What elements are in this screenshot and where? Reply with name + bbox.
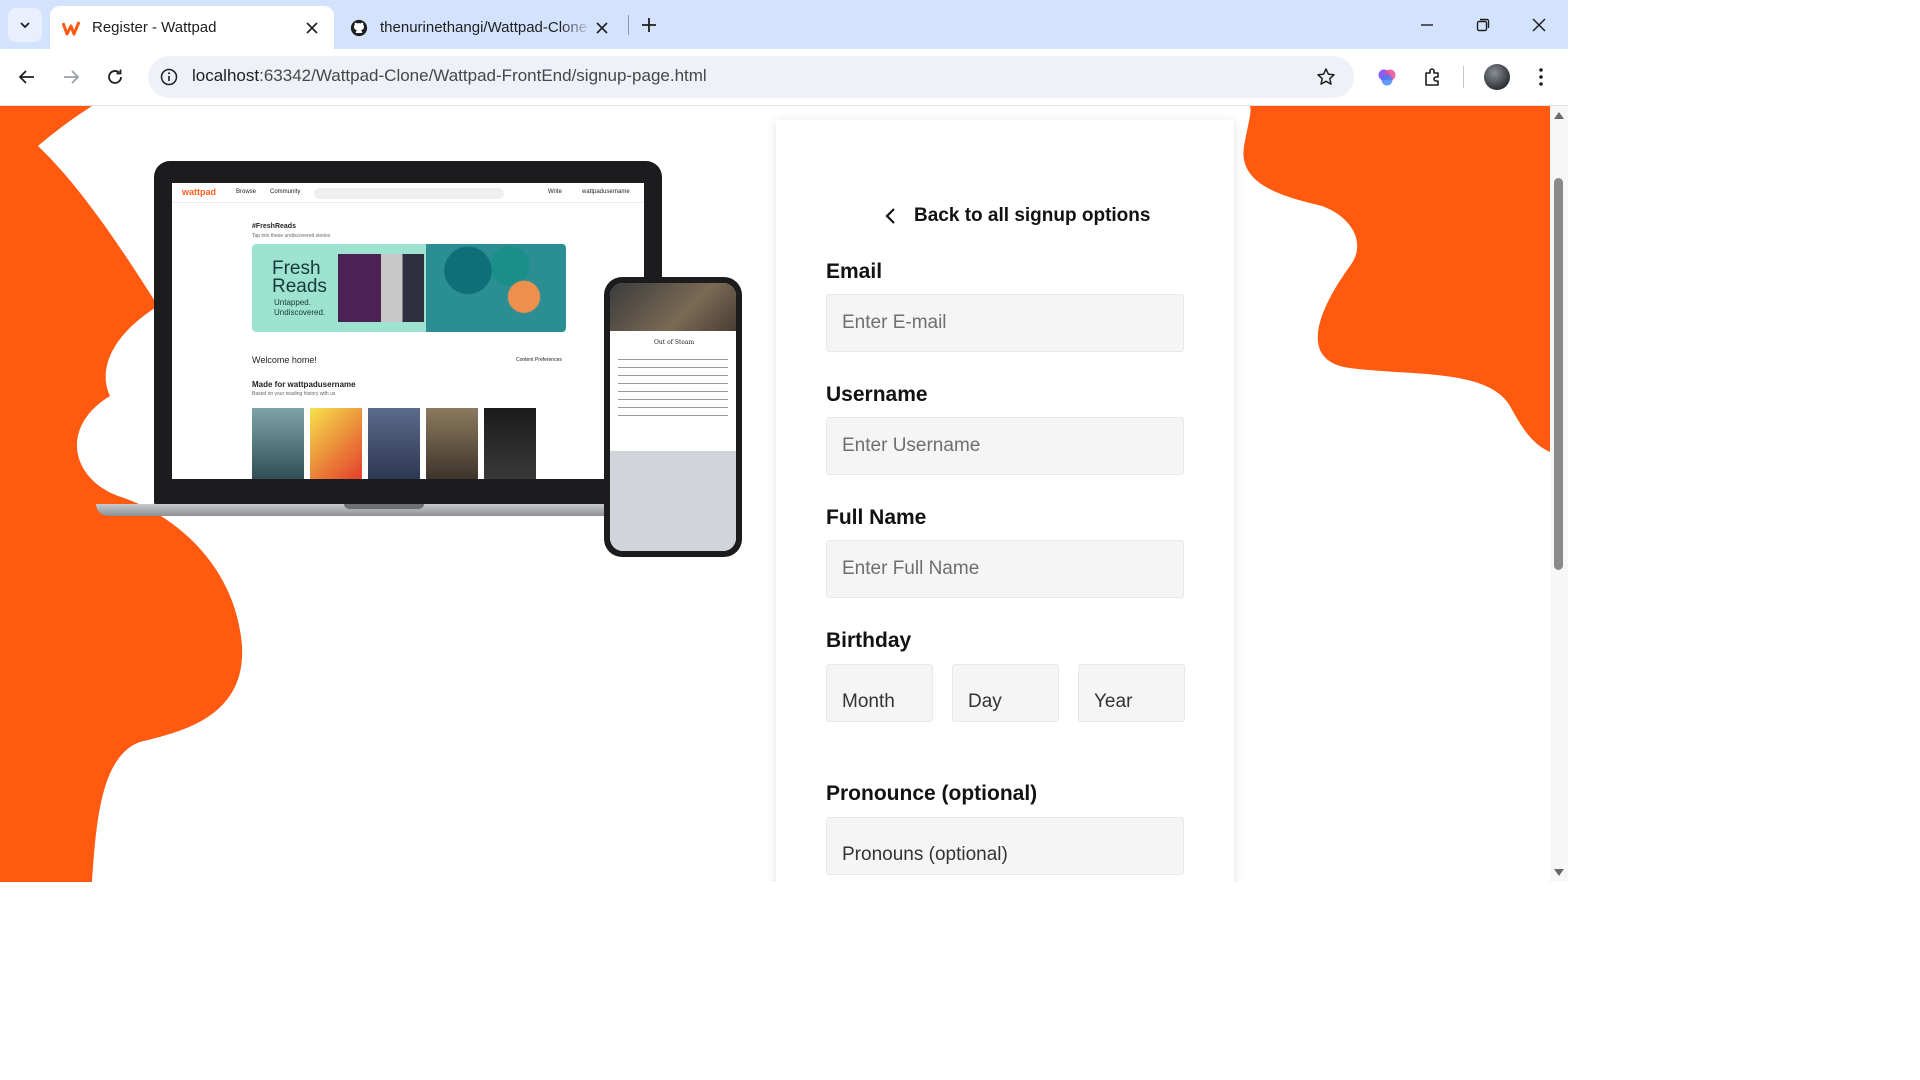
- new-tab-button[interactable]: [636, 12, 662, 38]
- url-path: :63342/Wattpad-Clone/Wattpad-FrontEnd/si…: [259, 66, 707, 85]
- chevron-left-icon: [880, 206, 900, 226]
- fullname-field[interactable]: [826, 540, 1184, 598]
- page-viewport: wattpad Browse Community Write wattpadus…: [0, 106, 1550, 882]
- arrow-left-icon: [18, 70, 34, 84]
- close-tab-icon[interactable]: [592, 18, 612, 38]
- url-text[interactable]: localhost:63342/Wattpad-Clone/Wattpad-Fr…: [192, 66, 707, 86]
- mockup-fresh-reads-banner: Fresh Reads Untapped. Undiscovered.: [252, 244, 566, 332]
- mockup-book-cover: [426, 408, 478, 479]
- arrow-right-icon: [64, 70, 80, 84]
- signup-card: Back to all signup options Email Usernam…: [776, 120, 1234, 882]
- fullname-label: Full Name: [826, 506, 927, 529]
- github-icon: [350, 19, 368, 37]
- mockup-banner-leaves: [426, 244, 566, 332]
- mockup-book-cover: [310, 408, 362, 479]
- phone-screen: Out of Steam: [610, 283, 736, 551]
- url-host: localhost: [192, 66, 260, 85]
- address-bar[interactable]: localhost:63342/Wattpad-Clone/Wattpad-Fr…: [148, 56, 1354, 98]
- phone-story-photo: [610, 283, 736, 331]
- decorative-right-flower: [1243, 106, 1550, 452]
- extensions-puzzle-icon[interactable]: [1420, 64, 1446, 90]
- wattpad-icon: [62, 19, 80, 37]
- restore-icon: [1476, 18, 1490, 32]
- email-label: Email: [826, 260, 883, 283]
- mockup-welcome: Welcome home!: [252, 355, 317, 365]
- mockup-logo: wattpad: [182, 187, 217, 197]
- birthday-year-select[interactable]: Year: [1078, 664, 1185, 722]
- gemini-extension-icon[interactable]: [1374, 64, 1400, 90]
- pronoun-label: Pronounce (optional): [826, 782, 1038, 805]
- tab-search-button[interactable]: [8, 8, 42, 42]
- chevron-down-icon: [20, 22, 30, 29]
- mockup-made-for: Made for wattpadusername: [252, 380, 356, 389]
- phone-mockup: Out of Steam: [604, 277, 742, 557]
- birthday-day-select[interactable]: Day: [952, 664, 1059, 722]
- back-label: Back to all signup options: [914, 205, 1151, 226]
- restore-button[interactable]: [1463, 8, 1503, 42]
- mockup-made-for-sub: Based on your reading history with us: [252, 391, 336, 397]
- tab-title: Register - Wattpad: [92, 19, 217, 36]
- bookmark-star-icon[interactable]: [1314, 65, 1338, 89]
- birthday-label: Birthday: [826, 629, 912, 652]
- mockup-fresh-tag: #FreshReads: [252, 223, 296, 230]
- scroll-up-arrow-icon[interactable]: [1554, 112, 1564, 119]
- email-field[interactable]: [826, 294, 1184, 352]
- phone-story-title: Out of Steam: [654, 339, 695, 346]
- back-button[interactable]: [11, 61, 43, 93]
- mockup-banner-title: Fresh Reads: [272, 258, 327, 297]
- tab-register-wattpad[interactable]: Register - Wattpad: [50, 6, 334, 49]
- close-tab-icon[interactable]: [302, 18, 322, 38]
- username-field[interactable]: [826, 417, 1184, 475]
- mockup-banner-sub: Untapped. Undiscovered.: [274, 298, 326, 317]
- profile-avatar[interactable]: [1484, 64, 1510, 90]
- reload-button[interactable]: [99, 61, 131, 93]
- laptop-screen: wattpad Browse Community Write wattpadus…: [172, 183, 644, 479]
- mockup-content-prefs: Content Preferences: [516, 357, 562, 363]
- mockup-banner-covers: [338, 254, 424, 322]
- plus-icon: [642, 18, 656, 32]
- username-label: Username: [826, 383, 928, 406]
- minimize-icon: [1421, 24, 1433, 26]
- pronoun-select[interactable]: Pronouns (optional): [826, 817, 1184, 875]
- mockup-navbar: wattpad Browse Community Write wattpadus…: [172, 183, 644, 203]
- browser-tab-bar: Register - Wattpad thenurinethangi/Wattp…: [0, 0, 1568, 49]
- mockup-book-cover: [484, 408, 536, 479]
- tab-separator: [628, 15, 629, 35]
- mockup-book-cover: [252, 408, 304, 479]
- mockup-browse: Browse: [236, 189, 257, 195]
- close-window-button[interactable]: [1519, 8, 1559, 42]
- back-to-signup-options[interactable]: Back to all signup options: [880, 204, 1150, 228]
- forward-button[interactable]: [55, 61, 87, 93]
- tab-github-repo[interactable]: thenurinethangi/Wattpad-Clone: [340, 6, 622, 49]
- scrollbar-thumb[interactable]: [1554, 178, 1563, 570]
- page-scrollbar[interactable]: [1550, 106, 1568, 882]
- mockup-username: wattpadusername: [582, 189, 630, 195]
- toolbar-separator: [1463, 66, 1464, 88]
- mockup-book-cover: [368, 408, 420, 479]
- reload-icon: [108, 69, 122, 84]
- tab-title: thenurinethangi/Wattpad-Clone: [380, 19, 588, 36]
- mockup-write: Write: [548, 189, 562, 195]
- phone-story-text: [618, 353, 728, 423]
- mockup-community: Community: [270, 189, 301, 195]
- scroll-down-arrow-icon[interactable]: [1554, 869, 1564, 876]
- browser-menu-icon[interactable]: [1528, 64, 1554, 90]
- laptop-mockup: wattpad Browse Community Write wattpadus…: [96, 161, 672, 521]
- phone-keyboard: [610, 451, 736, 551]
- close-icon: [1532, 18, 1546, 32]
- laptop-lid: wattpad Browse Community Write wattpadus…: [154, 161, 662, 506]
- mockup-fresh-sub: Tap into these undiscovered stories: [252, 233, 331, 239]
- laptop-notch: [344, 504, 424, 509]
- birthday-month-select[interactable]: Month: [826, 664, 933, 722]
- minimize-button[interactable]: [1407, 8, 1447, 42]
- site-info-icon[interactable]: [158, 66, 180, 88]
- browser-toolbar: localhost:63342/Wattpad-Clone/Wattpad-Fr…: [0, 49, 1568, 106]
- mockup-search: [314, 188, 504, 199]
